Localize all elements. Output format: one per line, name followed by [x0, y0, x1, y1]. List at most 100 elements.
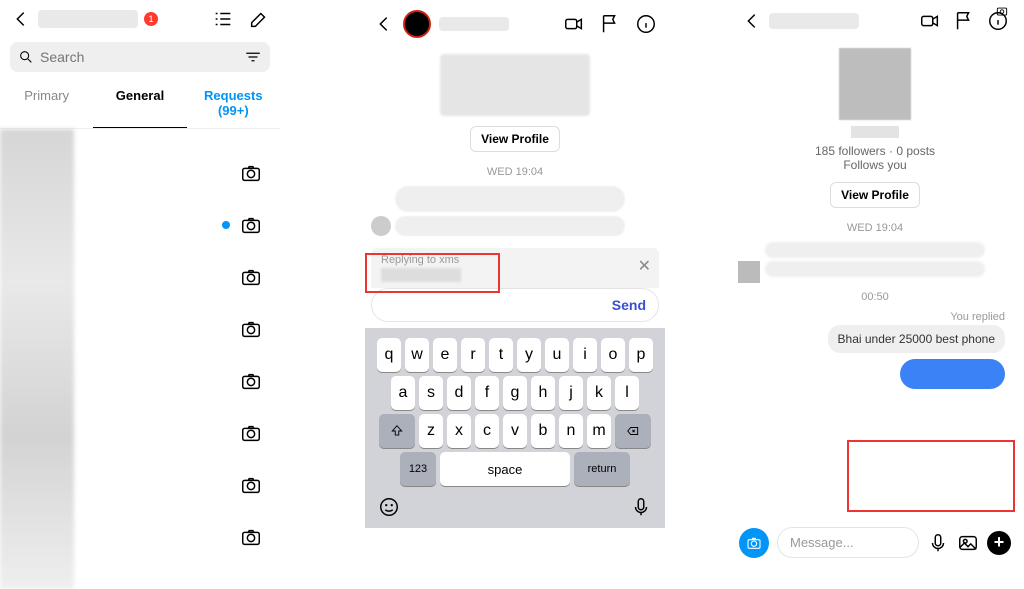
list-item[interactable] [74, 251, 280, 303]
story-avatar[interactable] [403, 10, 431, 38]
tab-primary[interactable]: Primary [0, 78, 93, 128]
chat-header [735, 0, 1015, 42]
profile-summary: View Profile [365, 54, 665, 152]
add-button[interactable]: + [987, 531, 1011, 555]
reply-context-bar: Replying to xms ✕ [371, 248, 659, 288]
profile-avatar[interactable] [839, 48, 911, 120]
tab-general[interactable]: General [93, 78, 186, 128]
profile-summary: 185 followers · 0 posts Follows you View… [735, 48, 1015, 208]
message-bubble[interactable] [395, 216, 625, 236]
highlight-annotation [847, 440, 1015, 512]
key-f[interactable]: f [475, 376, 499, 410]
key-r[interactable]: r [461, 338, 485, 372]
you-replied-label: You replied [745, 311, 1005, 323]
account-name-redacted [38, 10, 138, 28]
search-icon [18, 49, 34, 65]
profile-info-redacted [440, 54, 590, 116]
key-n[interactable]: n [559, 414, 583, 448]
key-m[interactable]: m [587, 414, 611, 448]
send-button[interactable]: Send [612, 297, 646, 313]
return-key[interactable]: return [574, 452, 630, 486]
key-a[interactable]: a [391, 376, 415, 410]
shift-key[interactable] [379, 414, 415, 448]
gallery-icon[interactable] [957, 532, 979, 554]
key-z[interactable]: z [419, 414, 443, 448]
sender-avatar[interactable] [738, 261, 760, 283]
list-item[interactable] [74, 147, 280, 199]
camera-icon [240, 474, 262, 496]
key-c[interactable]: c [475, 414, 499, 448]
conversation-avatars-blurred [0, 129, 74, 589]
key-q[interactable]: q [377, 338, 401, 372]
list-item[interactable] [74, 459, 280, 511]
key-u[interactable]: u [545, 338, 569, 372]
back-icon[interactable] [373, 13, 395, 35]
mic-icon[interactable] [927, 532, 949, 554]
message-bubble[interactable] [395, 186, 625, 212]
chat-title-redacted [769, 13, 859, 29]
key-x[interactable]: x [447, 414, 471, 448]
flag-icon[interactable] [953, 10, 975, 32]
key-w[interactable]: w [405, 338, 429, 372]
key-j[interactable]: j [559, 376, 583, 410]
key-y[interactable]: y [517, 338, 541, 372]
key-v[interactable]: v [503, 414, 527, 448]
sent-message-bubble[interactable] [900, 359, 1005, 389]
back-icon[interactable] [10, 8, 32, 30]
quoted-message-bubble[interactable]: Bhai under 25000 best phone [828, 325, 1005, 353]
username-redacted [851, 126, 899, 138]
key-t[interactable]: t [489, 338, 513, 372]
key-d[interactable]: d [447, 376, 471, 410]
tab-requests[interactable]: Requests (99+) [187, 78, 280, 128]
timestamp: 00:50 [735, 291, 1015, 303]
message-bubble[interactable] [765, 261, 985, 277]
inbox-header: 1 [0, 0, 280, 38]
list-icon[interactable] [212, 8, 234, 30]
key-h[interactable]: h [531, 376, 555, 410]
view-profile-button[interactable]: View Profile [470, 126, 560, 152]
search-field[interactable] [40, 49, 238, 65]
mic-key-icon[interactable] [630, 496, 652, 518]
number-key[interactable]: 123 [400, 452, 436, 486]
message-input-row[interactable]: Send [371, 288, 659, 322]
list-item[interactable] [74, 407, 280, 459]
key-e[interactable]: e [433, 338, 457, 372]
key-i[interactable]: i [573, 338, 597, 372]
close-icon[interactable]: ✕ [638, 256, 651, 276]
list-item[interactable] [74, 511, 280, 563]
replying-to-label: Replying to xms [381, 254, 649, 266]
reply-preview-redacted [381, 268, 461, 282]
camera-icon [240, 214, 262, 236]
message-bubble[interactable] [765, 242, 985, 258]
back-icon[interactable] [741, 10, 763, 32]
view-profile-button[interactable]: View Profile [830, 182, 920, 208]
camera-icon [240, 370, 262, 392]
search-input[interactable] [10, 42, 270, 72]
video-call-icon[interactable] [919, 10, 941, 32]
sender-avatar[interactable] [371, 216, 391, 236]
chat-thread-panel: 185 followers · 0 posts Follows you View… [735, 0, 1015, 564]
key-k[interactable]: k [587, 376, 611, 410]
key-s[interactable]: s [419, 376, 443, 410]
filter-icon[interactable] [244, 48, 262, 66]
emoji-key-icon[interactable] [378, 496, 400, 518]
key-o[interactable]: o [601, 338, 625, 372]
info-icon[interactable] [635, 13, 657, 35]
compose-icon[interactable] [248, 8, 270, 30]
key-l[interactable]: l [615, 376, 639, 410]
key-b[interactable]: b [531, 414, 555, 448]
list-item[interactable] [74, 199, 280, 251]
message-input[interactable]: Message... [777, 527, 919, 558]
backspace-key[interactable] [615, 414, 651, 448]
video-call-icon[interactable] [563, 13, 585, 35]
compose-bar: Message... + [739, 527, 1011, 558]
list-item[interactable] [74, 355, 280, 407]
flag-icon[interactable] [599, 13, 621, 35]
profile-follows-you: Follows you [735, 158, 1015, 172]
list-item[interactable] [74, 303, 280, 355]
space-key[interactable]: space [440, 452, 570, 486]
key-g[interactable]: g [503, 376, 527, 410]
inbox-panel: 1 Primary General Requests (99+) [0, 0, 280, 564]
key-p[interactable]: p [629, 338, 653, 372]
camera-button[interactable] [739, 528, 769, 558]
